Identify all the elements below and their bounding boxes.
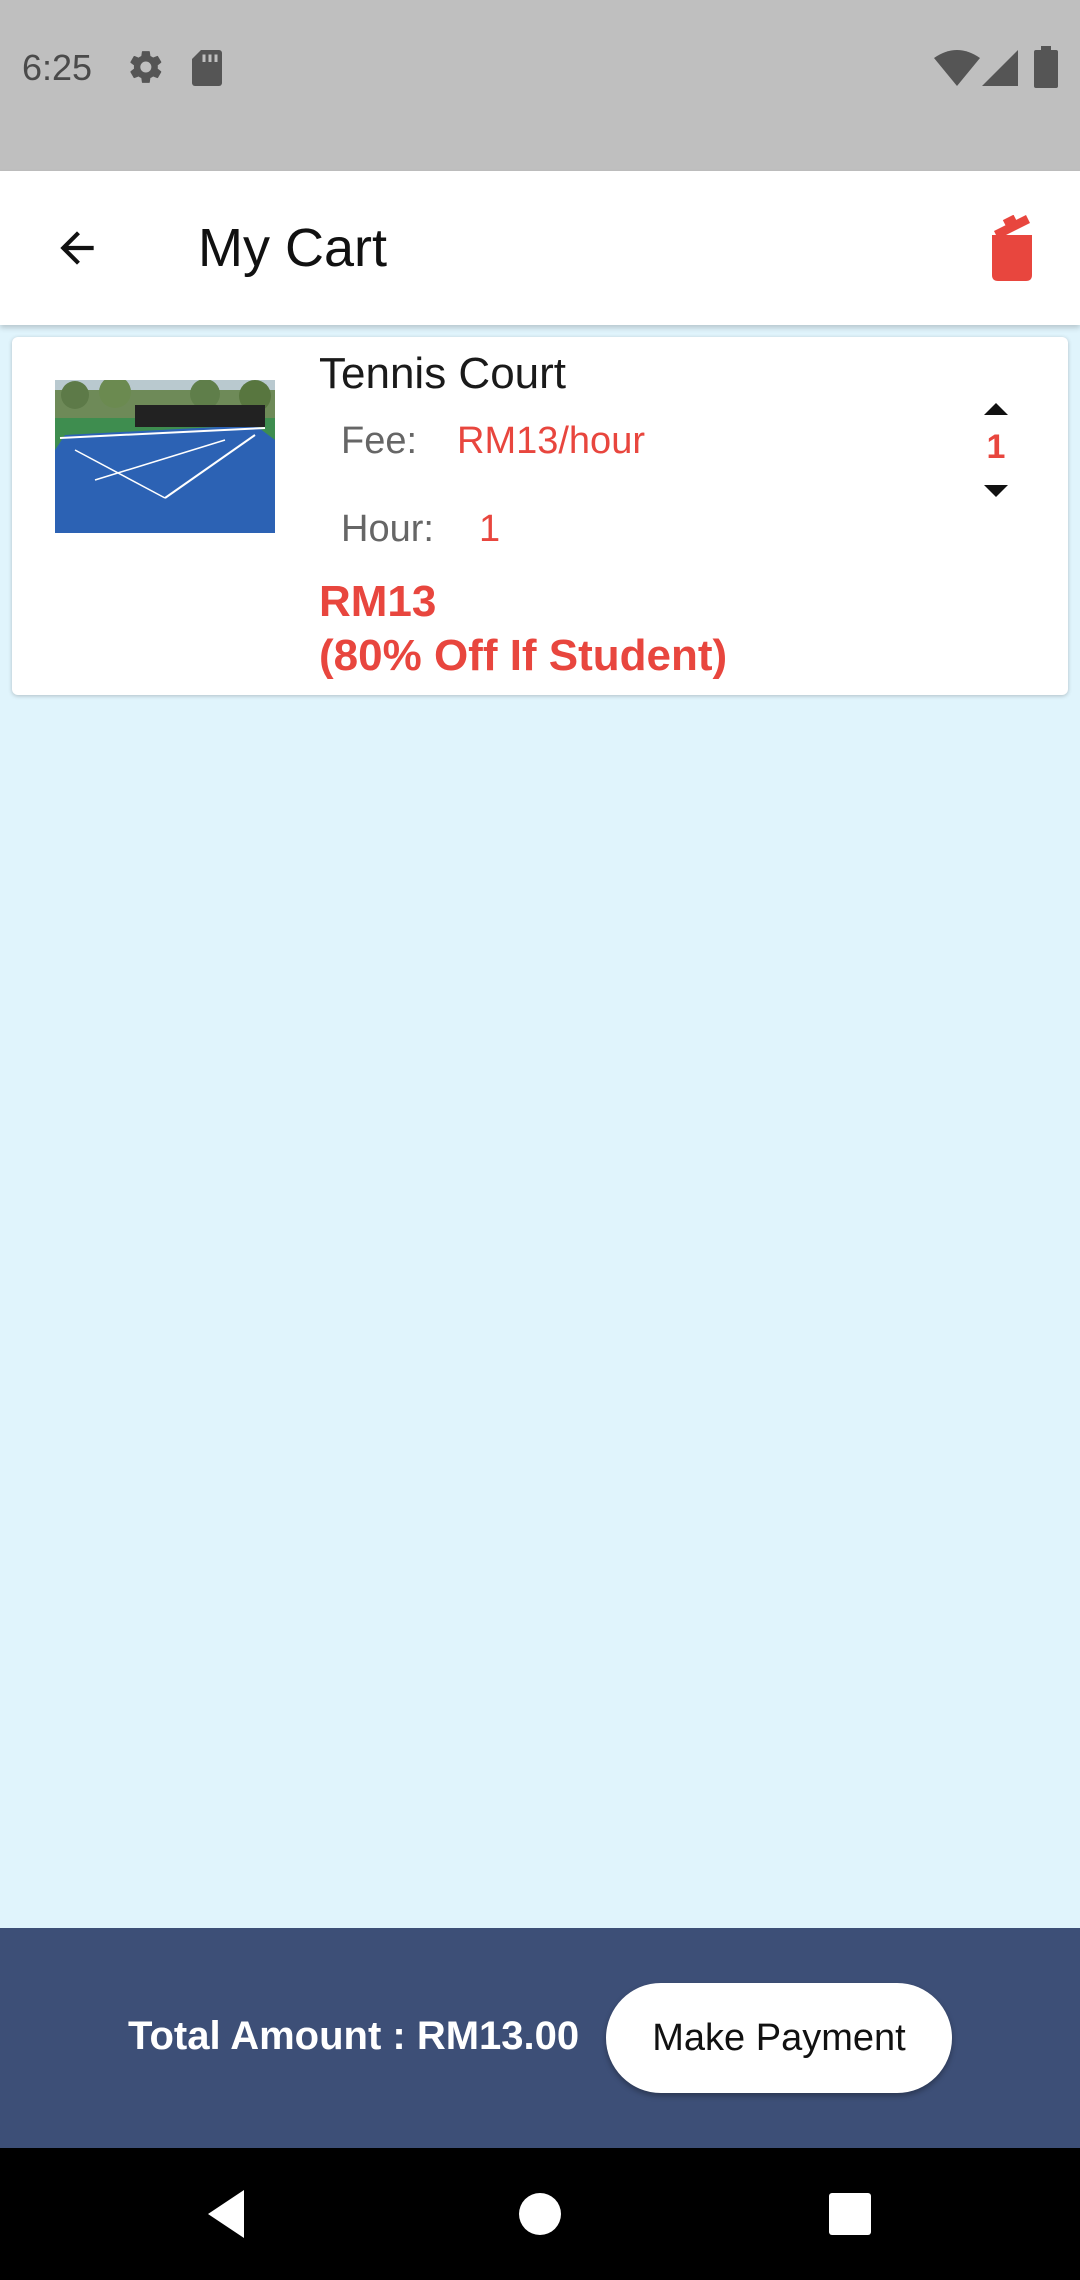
status-bar: 6:25 [0, 0, 1080, 171]
back-button[interactable] [40, 211, 114, 285]
summary-bar: Total Amount : RM13.00 Make Payment [0, 1928, 1080, 2148]
total-amount: Total Amount : RM13.00 [128, 2014, 580, 2058]
increment-button[interactable] [974, 395, 1018, 423]
quantity-stepper: 1 [966, 395, 1026, 505]
nav-back-icon[interactable] [204, 2188, 248, 2240]
make-payment-button[interactable]: Make Payment [606, 1983, 952, 2093]
caret-up-icon [984, 403, 1008, 415]
signal-icon [982, 50, 1018, 86]
hour-value: 1 [479, 508, 501, 550]
wifi-icon [934, 50, 980, 86]
hour-label: Hour: [341, 508, 434, 550]
item-price: RM13 [319, 577, 437, 626]
app-bar: My Cart [0, 171, 1080, 325]
fee-label: Fee: [341, 420, 418, 462]
sd-card-icon [192, 50, 222, 86]
caret-down-icon [984, 485, 1008, 497]
decrement-button[interactable] [974, 477, 1018, 505]
nav-home-icon[interactable] [518, 2192, 562, 2236]
item-name: Tennis Court [319, 349, 567, 398]
system-nav-bar [0, 2148, 1080, 2280]
fee-value: RM13/hour [457, 420, 645, 462]
arrow-left-icon [60, 231, 94, 265]
cart-item-card[interactable]: Tennis Court Fee: RM13/hour Hour: 1 RM13… [12, 337, 1068, 695]
tennis-court-image [55, 380, 275, 533]
gear-icon [130, 51, 162, 83]
discount-note: (80% Off If Student) [319, 631, 728, 680]
page-title: My Cart [198, 218, 387, 278]
trash-icon[interactable] [982, 215, 1042, 281]
status-time: 6:25 [22, 47, 93, 88]
nav-recents-icon[interactable] [828, 2192, 872, 2236]
battery-icon [1034, 46, 1058, 88]
quantity-value: 1 [986, 428, 1006, 466]
